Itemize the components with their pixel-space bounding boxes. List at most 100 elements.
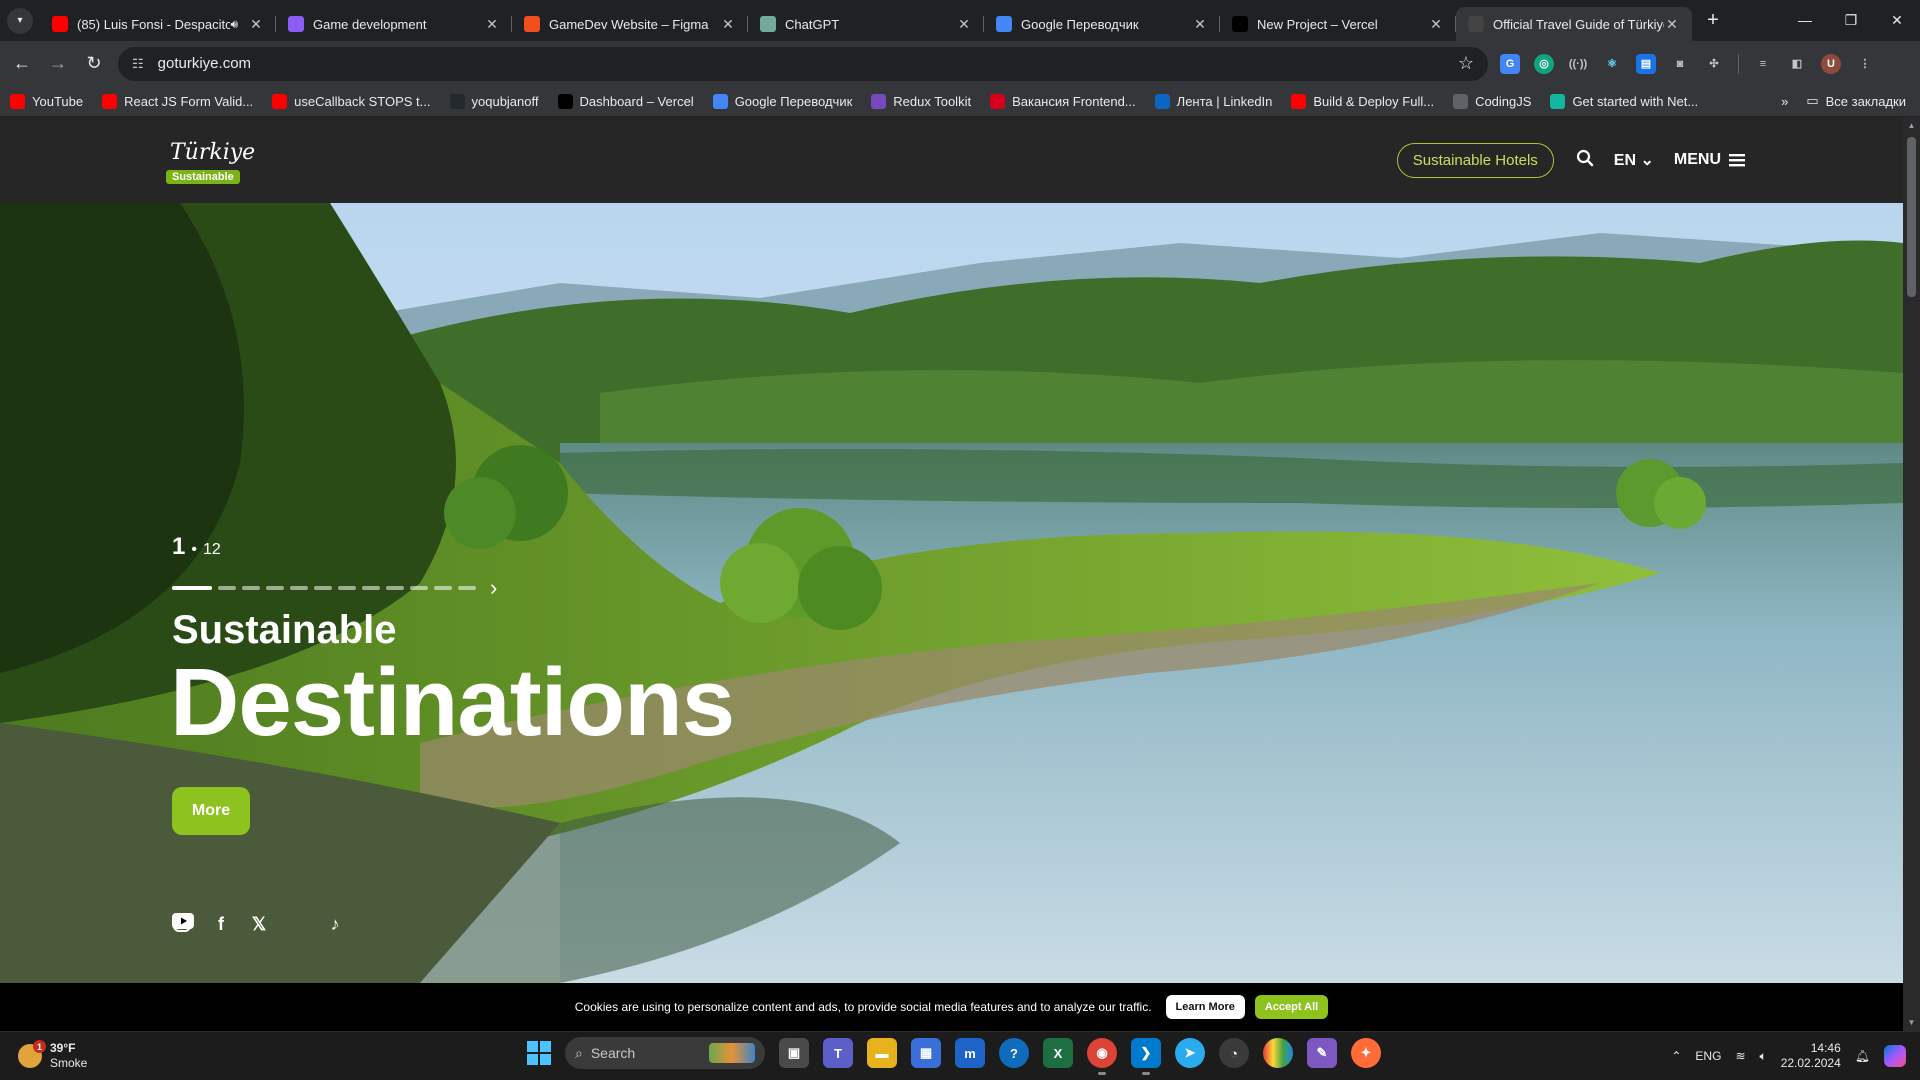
mdp-app-icon[interactable]: m <box>955 1038 985 1068</box>
learn-more-button[interactable]: Learn More <box>1165 995 1245 1019</box>
close-window-button[interactable]: ✕ <box>1874 12 1920 29</box>
bookmark-item[interactable]: Build & Deploy Full... <box>1291 93 1434 109</box>
more-button[interactable]: More <box>172 787 250 835</box>
telegram-icon[interactable]: ➤ <box>1175 1038 1205 1068</box>
browser-tab[interactable]: ChatGPT ✕ <box>748 7 984 41</box>
close-tab-icon[interactable]: ✕ <box>484 16 500 33</box>
browser-tab[interactable]: Google Переводчик ✕ <box>984 7 1220 41</box>
slide-dot[interactable] <box>218 586 236 590</box>
restore-button[interactable]: ❐ <box>1828 12 1874 29</box>
close-tab-icon[interactable]: ✕ <box>1192 16 1208 33</box>
menu-button[interactable]: MENU <box>1674 151 1745 169</box>
close-tab-icon[interactable]: ✕ <box>1428 16 1444 33</box>
chevron-up-icon[interactable]: ⌃ <box>1671 1049 1681 1063</box>
slide-dot[interactable] <box>434 586 452 590</box>
input-language[interactable]: ENG <box>1695 1049 1721 1063</box>
feather-app-icon[interactable]: ✎ <box>1307 1038 1337 1068</box>
speaker-icon[interactable]: 🔊︎ <box>230 17 238 32</box>
slide-dot[interactable] <box>386 586 404 590</box>
file-explorer-icon[interactable]: ▬ <box>867 1038 897 1068</box>
close-tab-icon[interactable]: ✕ <box>720 16 736 33</box>
docs-extension-icon[interactable]: ▤ <box>1636 53 1656 74</box>
taskbar-search[interactable]: ⌕ Search <box>565 1037 765 1069</box>
bookmark-star-icon[interactable]: ☆ <box>1458 53 1474 74</box>
side-panel-icon[interactable]: ◧ <box>1787 54 1807 74</box>
bookmark-item[interactable]: Google Переводчик <box>712 93 852 109</box>
windows-start-icon[interactable] <box>527 1041 551 1065</box>
wifi-icon[interactable]: ≋ <box>1735 1049 1745 1063</box>
puzzle-extensions-icon[interactable]: ✣ <box>1704 54 1724 74</box>
color-app-icon[interactable] <box>1263 1038 1293 1068</box>
page-scrollbar[interactable]: ▲ ▼ <box>1903 117 1920 1031</box>
volume-icon[interactable]: 🔈︎ <box>1760 1049 1767 1064</box>
browser-tab[interactable]: GameDev Website – Figma ✕ <box>512 7 748 41</box>
slide-dot[interactable] <box>362 586 380 590</box>
slide-dot[interactable] <box>314 586 332 590</box>
language-selector[interactable]: EN ⌄ <box>1614 150 1654 170</box>
teams-icon[interactable]: T <box>823 1038 853 1068</box>
bookmark-item[interactable]: Dashboard – Vercel <box>557 93 694 109</box>
bookmark-item[interactable]: React JS Form Valid... <box>102 93 253 109</box>
bookmark-item[interactable]: YouTube <box>10 93 83 109</box>
accept-all-button[interactable]: Accept All <box>1254 995 1329 1019</box>
chevron-double-right-icon[interactable]: » <box>1781 94 1788 109</box>
close-tab-icon[interactable]: ✕ <box>248 16 264 33</box>
notification-bell-icon[interactable]: 🔔︎ <box>1855 1049 1870 1063</box>
bookmark-item[interactable]: yoqubjanoff <box>449 93 539 109</box>
excel-icon[interactable]: X <box>1043 1038 1073 1068</box>
minimize-button[interactable]: — <box>1782 12 1828 29</box>
bookmark-item[interactable]: CodingJS <box>1453 93 1531 109</box>
weather-widget[interactable]: 1 39°F Smoke <box>18 1040 87 1071</box>
scrollbar-thumb[interactable] <box>1907 137 1916 297</box>
help-icon[interactable]: ? <box>999 1038 1029 1068</box>
slide-dot[interactable] <box>242 586 260 590</box>
browser-tab[interactable]: Official Travel Guide of Türkiye ✕ <box>1456 7 1692 41</box>
slide-dot[interactable] <box>458 586 476 590</box>
site-info-icon[interactable]: ☷ <box>132 56 144 72</box>
search-icon[interactable] <box>1576 149 1594 172</box>
slide-dot[interactable] <box>266 586 284 590</box>
close-tab-icon[interactable]: ✕ <box>1664 16 1680 33</box>
forward-button[interactable]: → <box>40 53 76 74</box>
chatgpt-extension-icon[interactable]: ◎ <box>1534 53 1554 74</box>
slide-dot[interactable] <box>410 586 428 590</box>
chrome-icon[interactable]: ◉ <box>1087 1038 1117 1075</box>
new-tab-button[interactable]: + <box>1700 9 1726 32</box>
microsoft-store-icon[interactable]: ▦ <box>911 1038 941 1068</box>
tab-search-button[interactable]: ▾ <box>7 7 33 34</box>
kebab-menu-icon[interactable]: ⋮ <box>1855 54 1875 74</box>
react-devtools-icon[interactable]: ⚛ <box>1602 54 1622 74</box>
clock[interactable]: 14:46 22.02.2024 <box>1781 1041 1841 1071</box>
browser-tab[interactable]: New Project – Vercel ✕ <box>1220 7 1456 41</box>
all-bookmarks-button[interactable]: ▭ Все закладки <box>1806 93 1906 109</box>
obs-icon[interactable]: ◔ <box>1219 1038 1249 1068</box>
browser-tab[interactable]: (85) Luis Fonsi - Despacito f 🔊︎ ✕ <box>40 7 276 41</box>
next-slide-arrow-icon[interactable]: › <box>490 577 497 599</box>
close-tab-icon[interactable]: ✕ <box>956 16 972 33</box>
back-button[interactable]: ← <box>4 53 40 74</box>
scroll-down-arrow-icon[interactable]: ▼ <box>1903 1018 1920 1027</box>
goturkiye-logo[interactable]: Türkiye Sustainable <box>166 132 258 188</box>
bookmark-item[interactable]: Вакансия Frontend... <box>990 93 1136 109</box>
translate-extension-icon[interactable]: G <box>1500 53 1520 74</box>
slide-dot[interactable] <box>338 586 356 590</box>
browser-tab[interactable]: Game development ✕ <box>276 7 512 41</box>
slide-dot[interactable] <box>172 586 212 590</box>
x-icon[interactable]: 𝕏 <box>248 913 270 935</box>
bookmark-item[interactable]: Redux Toolkit <box>871 93 971 109</box>
screenshot-extension-icon[interactable]: ◙ <box>1670 54 1690 74</box>
sustainable-hotels-button[interactable]: Sustainable Hotels <box>1396 142 1554 178</box>
cast-extension-icon[interactable]: ((·)) <box>1568 54 1588 74</box>
postman-icon[interactable]: ✦ <box>1351 1038 1381 1068</box>
vscode-icon[interactable]: ❯ <box>1131 1038 1161 1075</box>
scroll-up-arrow-icon[interactable]: ▲ <box>1903 121 1920 130</box>
copilot-icon[interactable] <box>1884 1045 1906 1067</box>
bookmark-item[interactable]: Лента | LinkedIn <box>1154 93 1272 109</box>
reload-button[interactable]: ↻ <box>76 53 112 74</box>
youtube-icon[interactable] <box>172 913 308 935</box>
bookmark-item[interactable]: Get started with Net... <box>1550 93 1698 109</box>
facebook-icon[interactable]: f <box>210 913 232 935</box>
tiktok-icon[interactable]: ♪ <box>324 913 346 935</box>
address-bar[interactable]: ☷ goturkiye.com ☆ <box>118 46 1488 81</box>
slide-dot[interactable] <box>290 586 308 590</box>
